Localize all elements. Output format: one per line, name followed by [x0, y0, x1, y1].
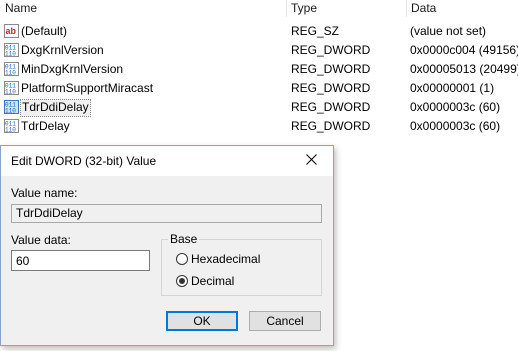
svg-text:ab: ab [6, 26, 17, 36]
radio-circle-checked[interactable] [176, 275, 188, 287]
svg-text:110: 110 [5, 70, 16, 77]
value-name-label: Value name: [11, 186, 78, 200]
value-data: 0x0000003c (60) [410, 119, 501, 133]
binary-value-icon: 011 110 [4, 43, 19, 58]
list-item[interactable]: 011 110 PlatformSupportMiracast REG_DWOR… [0, 79, 518, 98]
value-type: REG_DWORD [291, 62, 371, 76]
ok-button[interactable]: OK [166, 311, 238, 331]
base-group-label: Base [168, 232, 200, 246]
dialog-title: Edit DWORD (32-bit) Value [11, 154, 157, 168]
registry-editor-view: Name Type Data ab (Default) REG_SZ (valu… [0, 0, 518, 351]
column-header-data[interactable]: Data [406, 0, 518, 17]
svg-text:110: 110 [5, 51, 16, 58]
list-item[interactable]: 011 110 MinDxgKrnlVersion REG_DWORD 0x00… [0, 60, 518, 79]
value-type: REG_DWORD [291, 100, 371, 114]
cancel-button[interactable]: Cancel [249, 311, 321, 331]
value-type: REG_SZ [291, 24, 340, 38]
svg-text:110: 110 [5, 89, 16, 96]
list-item-selected[interactable]: 011 110 TdrDdiDelay REG_DWORD 0x0000003c… [0, 98, 518, 117]
value-list: ab (Default) REG_SZ (value not set) 011 … [0, 22, 518, 136]
dialog-titlebar[interactable]: Edit DWORD (32-bit) Value [1, 146, 333, 176]
binary-value-icon: 011 110 [4, 81, 19, 96]
radio-decimal[interactable]: Decimal [176, 274, 234, 288]
list-item[interactable]: ab (Default) REG_SZ (value not set) [0, 22, 518, 41]
value-type: REG_DWORD [291, 43, 371, 57]
radio-hexadecimal-label: Hexadecimal [191, 252, 261, 266]
close-button[interactable] [289, 146, 333, 176]
radio-circle[interactable] [176, 253, 188, 265]
list-header: Name Type Data [0, 0, 518, 17]
radio-hexadecimal[interactable]: Hexadecimal [176, 252, 260, 266]
value-data-input[interactable] [11, 250, 150, 271]
binary-value-icon: 011 110 [4, 119, 19, 134]
value-name: DxgKrnlVersion [21, 43, 104, 57]
value-name-field: TdrDdiDelay [11, 204, 322, 223]
value-data-label: Value data: [11, 233, 71, 247]
value-data: 0x00005013 (20499) [410, 62, 518, 76]
value-name: PlatformSupportMiracast [21, 81, 154, 95]
binary-value-icon: 011 110 [4, 62, 19, 77]
value-name: TdrDelay [21, 119, 70, 133]
value-data: (value not set) [410, 24, 487, 38]
value-data: 0x00000001 (1) [410, 81, 495, 95]
value-name: MinDxgKrnlVersion [21, 62, 124, 76]
value-data: 0x0000003c (60) [410, 100, 501, 114]
list-item[interactable]: 011 110 DxgKrnlVersion REG_DWORD 0x0000c… [0, 41, 518, 60]
svg-text:110: 110 [5, 108, 16, 115]
value-type: REG_DWORD [291, 119, 371, 133]
list-item[interactable]: 011 110 TdrDelay REG_DWORD 0x0000003c (6… [0, 117, 518, 136]
column-header-type[interactable]: Type [286, 0, 406, 17]
value-data: 0x0000c004 (49156) [410, 43, 518, 57]
value-type: REG_DWORD [291, 81, 371, 95]
column-header-name[interactable]: Name [0, 0, 286, 17]
value-name: TdrDdiDelay [20, 99, 91, 117]
radio-decimal-label: Decimal [191, 274, 235, 288]
binary-value-icon: 011 110 [4, 100, 19, 115]
close-icon [305, 154, 317, 168]
base-group: Base Hexadecimal Decimal [161, 232, 322, 296]
value-name: (Default) [21, 24, 68, 38]
svg-text:110: 110 [5, 127, 16, 134]
edit-dword-dialog: Edit DWORD (32-bit) Value Value name: Td… [0, 145, 334, 346]
string-value-icon: ab [4, 24, 19, 38]
